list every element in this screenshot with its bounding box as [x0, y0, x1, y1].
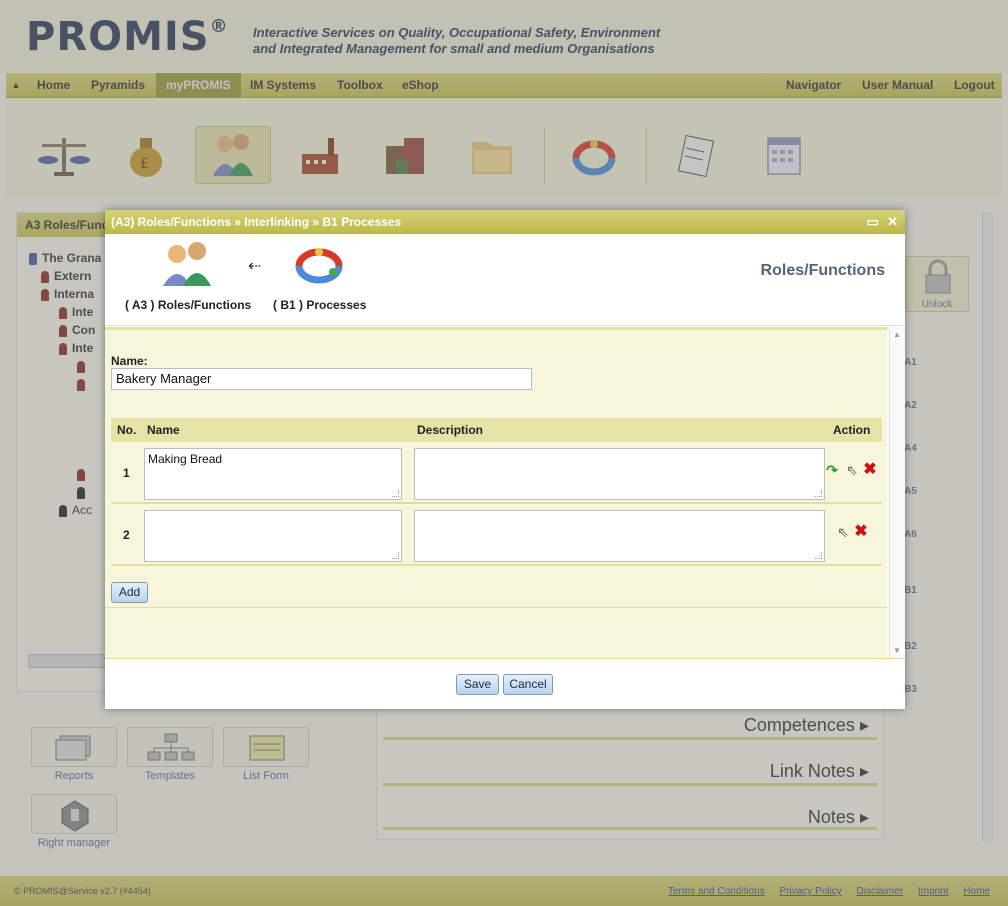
row-description-textarea[interactable]: [414, 510, 825, 562]
title-crumb-interlinking: Interlinking: [244, 215, 310, 229]
title-separator: »: [234, 215, 242, 229]
scroll-up-icon[interactable]: ▲: [893, 330, 901, 339]
cycle-arrows-icon: [295, 248, 343, 284]
select-pointer-icon[interactable]: ⇖: [835, 524, 851, 540]
dialog-footer: Save Cancel: [105, 658, 905, 709]
maximize-icon[interactable]: ▭: [867, 210, 879, 234]
row-name-textarea[interactable]: Making Bread: [144, 448, 402, 500]
row-number: 1: [123, 466, 130, 480]
title-separator: »: [312, 215, 320, 229]
row-name-textarea[interactable]: [144, 510, 402, 562]
delete-icon[interactable]: ✖: [862, 462, 878, 478]
dialog-title-bar[interactable]: (A3) Roles/Functions » Interlinking » B1…: [105, 210, 905, 234]
divider: [105, 607, 887, 608]
select-pointer-icon[interactable]: ⇖: [844, 462, 860, 478]
delete-icon[interactable]: ✖: [853, 524, 869, 540]
row-description-textarea[interactable]: [414, 448, 825, 500]
add-row-button[interactable]: Add: [111, 582, 148, 603]
links-table-header: No. Name Description Action: [111, 418, 882, 442]
name-field[interactable]: Bakery Manager: [111, 368, 532, 390]
name-label: Name:: [111, 354, 148, 368]
dialog-header: ⇠ ( A3 ) Roles/Functions ( B1 ) Processe…: [105, 234, 905, 326]
interlinking-dialog: (A3) Roles/Functions » Interlinking » B1…: [105, 210, 905, 709]
link-arrow-icon: ⇠: [248, 258, 262, 275]
scroll-down-icon[interactable]: ▼: [893, 646, 901, 655]
go-to-link-icon[interactable]: ↷: [824, 462, 840, 478]
target-module-label: ( B1 ) Processes: [273, 298, 367, 312]
cancel-button[interactable]: Cancel: [503, 674, 553, 695]
col-description: Description: [417, 423, 484, 437]
title-crumb-roles: (A3) Roles/Functions: [111, 215, 232, 229]
table-row: 2 ⇖ ✖: [111, 504, 882, 566]
row-number: 2: [123, 528, 130, 542]
save-button[interactable]: Save: [456, 674, 499, 695]
source-module-label: ( A3 ) Roles/Functions: [125, 298, 252, 312]
dialog-scrollbar[interactable]: ▲ ▼: [889, 327, 905, 658]
col-action: Action: [833, 423, 871, 437]
people-icon: [163, 242, 211, 286]
title-crumb-processes: B1 Processes: [322, 215, 402, 229]
dialog-heading: Roles/Functions: [760, 262, 885, 279]
dialog-body: Name: Bakery Manager No. Name Descriptio…: [105, 327, 887, 658]
table-row: 1 Making Bread ↷ ⇖ ✖: [111, 442, 882, 504]
col-name: Name: [147, 423, 180, 437]
close-icon[interactable]: ✕: [887, 210, 898, 234]
col-no: No.: [117, 423, 137, 437]
